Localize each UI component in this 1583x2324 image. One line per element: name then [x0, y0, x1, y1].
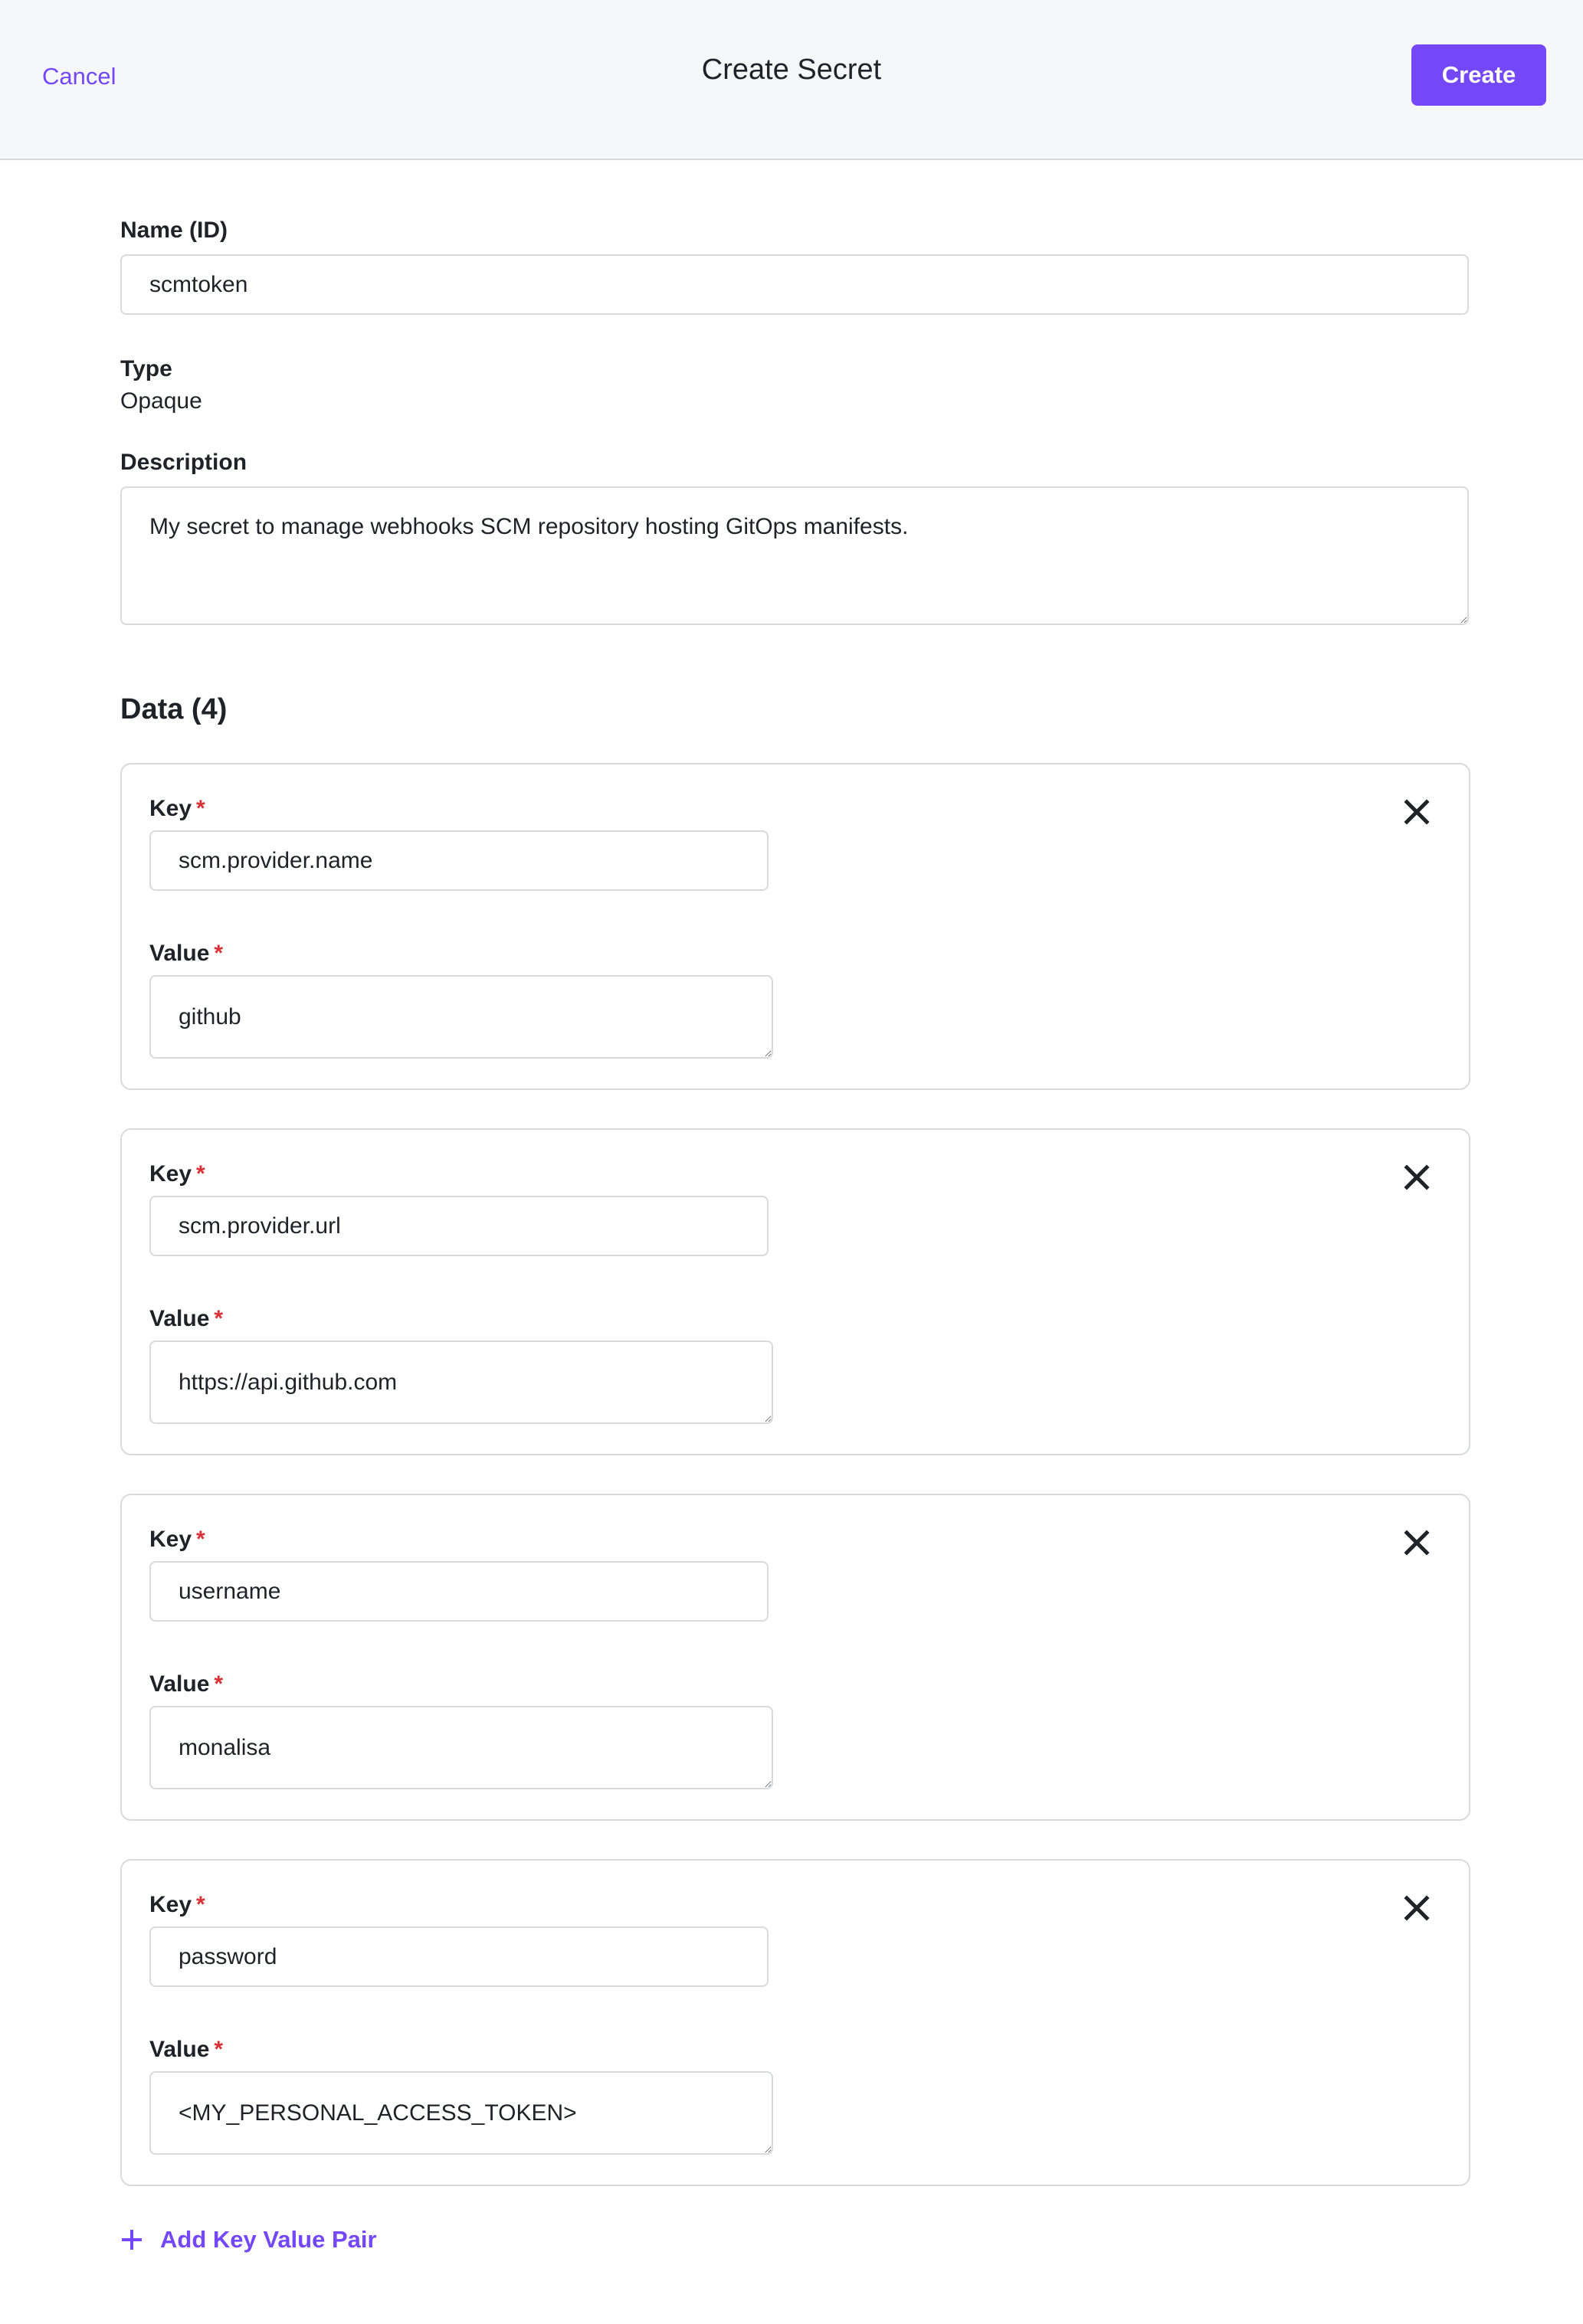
value-label-text: Value	[149, 941, 210, 966]
close-icon	[1404, 799, 1430, 825]
required-indicator: *	[196, 1892, 205, 1917]
value-label: Value *	[149, 937, 1441, 971]
key-label: Key *	[149, 1157, 1441, 1191]
key-value-card: Key* Value* <MY_PERSONAL_ACCESS_TOKEN>	[120, 1859, 1470, 2186]
close-icon	[1404, 1895, 1430, 1921]
key-value-list: Key* Value* github Key* Value* https://a…	[120, 763, 1470, 2186]
value-label: Value *	[149, 2033, 1441, 2067]
key-label-text: Key	[149, 1892, 192, 1917]
type-field-group: Type Opaque	[120, 353, 1469, 417]
remove-pair-button[interactable]	[1395, 1156, 1438, 1199]
remove-pair-button[interactable]	[1395, 790, 1438, 833]
page-title: Create Secret	[701, 54, 882, 86]
key-input[interactable]	[149, 830, 769, 891]
value-label: Value *	[149, 1302, 1441, 1336]
key-label: Key *	[149, 1523, 1441, 1556]
close-icon	[1404, 1530, 1430, 1556]
create-secret-form: Name (ID) Type Opaque Description My sec…	[120, 214, 1470, 2257]
value-label-text: Value	[149, 1306, 210, 1331]
required-indicator: *	[214, 1306, 224, 1331]
key-input[interactable]	[149, 1926, 769, 1987]
data-section-heading: Data (4)	[120, 693, 228, 725]
value-textarea[interactable]: https://api.github.com	[149, 1340, 773, 1424]
add-key-value-pair-label: Add Key Value Pair	[160, 2226, 377, 2253]
add-key-value-pair-button[interactable]: Add Key Value Pair	[120, 2223, 377, 2257]
required-indicator: *	[196, 1161, 205, 1187]
plus-icon	[122, 2230, 142, 2250]
create-button[interactable]: Create	[1411, 44, 1546, 106]
required-indicator: *	[214, 941, 224, 966]
key-value-card: Key* Value* monalisa	[120, 1494, 1470, 1821]
key-label: Key *	[149, 792, 1441, 826]
type-label: Type	[120, 356, 172, 381]
key-value-card: Key* Value* https://api.github.com	[120, 1128, 1470, 1455]
key-label-text: Key	[149, 796, 192, 821]
value-textarea[interactable]: github	[149, 975, 773, 1059]
required-indicator: *	[196, 1527, 205, 1552]
required-indicator: *	[214, 2037, 224, 2062]
close-icon	[1404, 1164, 1430, 1190]
key-input[interactable]	[149, 1196, 769, 1256]
required-indicator: *	[214, 1671, 224, 1697]
name-input[interactable]	[120, 254, 1469, 315]
name-label: Name (ID)	[120, 218, 228, 243]
type-value: Opaque	[120, 388, 202, 414]
key-value-card: Key* Value* github	[120, 763, 1470, 1090]
key-label-text: Key	[149, 1527, 192, 1552]
value-textarea[interactable]: <MY_PERSONAL_ACCESS_TOKEN>	[149, 2071, 773, 2155]
key-label: Key *	[149, 1888, 1441, 1922]
description-label: Description	[120, 450, 247, 475]
remove-pair-button[interactable]	[1395, 1521, 1438, 1564]
remove-pair-button[interactable]	[1395, 1887, 1438, 1930]
value-label: Value *	[149, 1668, 1441, 1701]
value-label-text: Value	[149, 2037, 210, 2062]
description-textarea[interactable]: My secret to manage webhooks SCM reposit…	[120, 486, 1469, 625]
value-label-text: Value	[149, 1671, 210, 1697]
description-field-group: Description My secret to manage webhooks…	[120, 447, 1469, 625]
required-indicator: *	[196, 796, 205, 821]
value-textarea[interactable]: monalisa	[149, 1706, 773, 1789]
name-field-group: Name (ID)	[120, 214, 1469, 315]
key-input[interactable]	[149, 1561, 769, 1622]
header-bar: Cancel Create Secret Create	[0, 0, 1583, 160]
key-label-text: Key	[149, 1161, 192, 1187]
